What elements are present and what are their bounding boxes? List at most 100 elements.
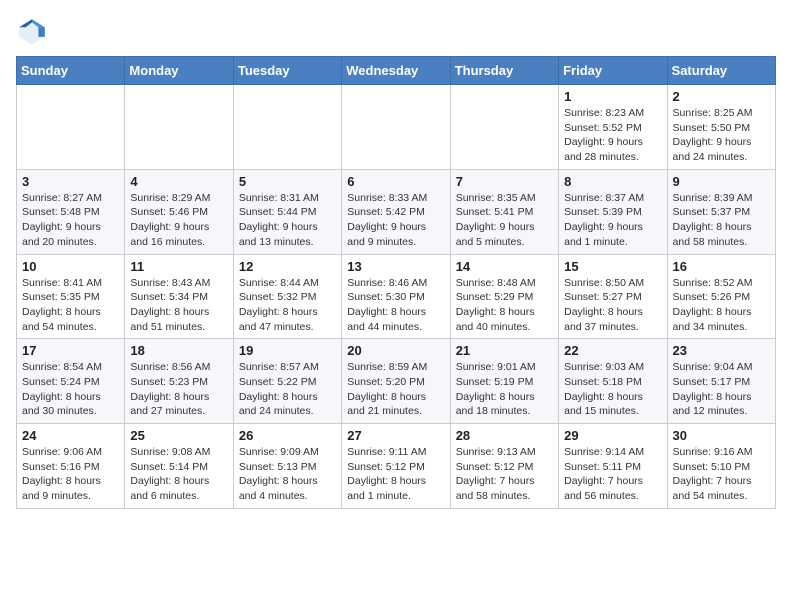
day-number: 28 — [456, 428, 553, 443]
day-info: Sunrise: 9:09 AMSunset: 5:13 PMDaylight:… — [239, 445, 336, 504]
day-info: Sunrise: 8:35 AMSunset: 5:41 PMDaylight:… — [456, 191, 553, 250]
day-number: 11 — [130, 259, 227, 274]
day-number: 16 — [673, 259, 770, 274]
day-number: 10 — [22, 259, 119, 274]
day-number: 29 — [564, 428, 661, 443]
day-number: 26 — [239, 428, 336, 443]
week-row-4: 17Sunrise: 8:54 AMSunset: 5:24 PMDayligh… — [17, 339, 776, 424]
day-number: 6 — [347, 174, 444, 189]
day-header-sunday: Sunday — [17, 57, 125, 85]
day-info: Sunrise: 9:04 AMSunset: 5:17 PMDaylight:… — [673, 360, 770, 419]
day-number: 23 — [673, 343, 770, 358]
day-cell: 20 Sunrise: 8:59 AMSunset: 5:20 PMDayligh… — [342, 339, 450, 424]
day-number: 15 — [564, 259, 661, 274]
day-number: 13 — [347, 259, 444, 274]
day-info: Sunrise: 8:57 AMSunset: 5:22 PMDaylight:… — [239, 360, 336, 419]
day-cell: 1 Sunrise: 8:23 AMSunset: 5:52 PMDaylight… — [559, 85, 667, 170]
page-header — [16, 16, 776, 48]
day-header-thursday: Thursday — [450, 57, 558, 85]
day-cell: 12 Sunrise: 8:44 AMSunset: 5:32 PMDayligh… — [233, 254, 341, 339]
calendar-header: SundayMondayTuesdayWednesdayThursdayFrid… — [17, 57, 776, 85]
calendar-table: SundayMondayTuesdayWednesdayThursdayFrid… — [16, 56, 776, 509]
day-info: Sunrise: 8:59 AMSunset: 5:20 PMDaylight:… — [347, 360, 444, 419]
day-header-monday: Monday — [125, 57, 233, 85]
day-number: 1 — [564, 89, 661, 104]
day-info: Sunrise: 8:46 AMSunset: 5:30 PMDaylight:… — [347, 276, 444, 335]
day-header-saturday: Saturday — [667, 57, 775, 85]
day-number: 25 — [130, 428, 227, 443]
day-number: 9 — [673, 174, 770, 189]
day-cell: 17Sunrise: 8:54 AMSunset: 5:24 PMDayligh… — [17, 339, 125, 424]
day-cell: 27Sunrise: 9:11 AMSunset: 5:12 PMDayligh… — [342, 424, 450, 509]
day-info: Sunrise: 8:31 AMSunset: 5:44 PMDaylight:… — [239, 191, 336, 250]
day-cell: 11 Sunrise: 8:43 AMSunset: 5:34 PMDayligh… — [125, 254, 233, 339]
day-cell: 22 Sunrise: 9:03 AMSunset: 5:18 PMDayligh… — [559, 339, 667, 424]
day-cell: 28 Sunrise: 9:13 AMSunset: 5:12 PMDayligh… — [450, 424, 558, 509]
calendar-body: 1 Sunrise: 8:23 AMSunset: 5:52 PMDaylight… — [17, 85, 776, 509]
day-number: 20 — [347, 343, 444, 358]
day-info: Sunrise: 8:52 AMSunset: 5:26 PMDaylight:… — [673, 276, 770, 335]
day-number: 18 — [130, 343, 227, 358]
day-cell — [342, 85, 450, 170]
day-header-wednesday: Wednesday — [342, 57, 450, 85]
logo-icon — [16, 16, 48, 48]
day-cell: 25 Sunrise: 9:08 AMSunset: 5:14 PMDayligh… — [125, 424, 233, 509]
day-info: Sunrise: 8:50 AMSunset: 5:27 PMDaylight:… — [564, 276, 661, 335]
day-info: Sunrise: 9:13 AMSunset: 5:12 PMDaylight:… — [456, 445, 553, 504]
day-cell: 21 Sunrise: 9:01 AMSunset: 5:19 PMDayligh… — [450, 339, 558, 424]
day-cell: 13 Sunrise: 8:46 AMSunset: 5:30 PMDayligh… — [342, 254, 450, 339]
day-number: 12 — [239, 259, 336, 274]
day-cell: 8 Sunrise: 8:37 AMSunset: 5:39 PMDaylight… — [559, 169, 667, 254]
week-row-3: 10 Sunrise: 8:41 AMSunset: 5:35 PMDayligh… — [17, 254, 776, 339]
day-cell: 16 Sunrise: 8:52 AMSunset: 5:26 PMDayligh… — [667, 254, 775, 339]
day-cell: 29 Sunrise: 9:14 AMSunset: 5:11 PMDayligh… — [559, 424, 667, 509]
day-cell — [233, 85, 341, 170]
day-cell: 15 Sunrise: 8:50 AMSunset: 5:27 PMDayligh… — [559, 254, 667, 339]
day-cell: 10 Sunrise: 8:41 AMSunset: 5:35 PMDayligh… — [17, 254, 125, 339]
day-number: 21 — [456, 343, 553, 358]
day-number: 2 — [673, 89, 770, 104]
day-number: 8 — [564, 174, 661, 189]
day-info: Sunrise: 9:14 AMSunset: 5:11 PMDaylight:… — [564, 445, 661, 504]
day-info: Sunrise: 9:01 AMSunset: 5:19 PMDaylight:… — [456, 360, 553, 419]
day-info: Sunrise: 8:48 AMSunset: 5:29 PMDaylight:… — [456, 276, 553, 335]
day-cell: 23 Sunrise: 9:04 AMSunset: 5:17 PMDayligh… — [667, 339, 775, 424]
day-info: Sunrise: 8:23 AMSunset: 5:52 PMDaylight:… — [564, 106, 661, 165]
day-number: 24 — [22, 428, 119, 443]
day-cell: 3Sunrise: 8:27 AMSunset: 5:48 PMDaylight… — [17, 169, 125, 254]
day-cell: 6Sunrise: 8:33 AMSunset: 5:42 PMDaylight… — [342, 169, 450, 254]
day-number: 5 — [239, 174, 336, 189]
day-cell: 14 Sunrise: 8:48 AMSunset: 5:29 PMDayligh… — [450, 254, 558, 339]
week-row-1: 1 Sunrise: 8:23 AMSunset: 5:52 PMDaylight… — [17, 85, 776, 170]
day-cell: 19Sunrise: 8:57 AMSunset: 5:22 PMDayligh… — [233, 339, 341, 424]
day-info: Sunrise: 9:03 AMSunset: 5:18 PMDaylight:… — [564, 360, 661, 419]
day-cell — [125, 85, 233, 170]
day-info: Sunrise: 8:39 AMSunset: 5:37 PMDaylight:… — [673, 191, 770, 250]
header-row: SundayMondayTuesdayWednesdayThursdayFrid… — [17, 57, 776, 85]
day-number: 22 — [564, 343, 661, 358]
day-info: Sunrise: 8:44 AMSunset: 5:32 PMDaylight:… — [239, 276, 336, 335]
day-info: Sunrise: 8:56 AMSunset: 5:23 PMDaylight:… — [130, 360, 227, 419]
week-row-2: 3Sunrise: 8:27 AMSunset: 5:48 PMDaylight… — [17, 169, 776, 254]
day-info: Sunrise: 9:08 AMSunset: 5:14 PMDaylight:… — [130, 445, 227, 504]
day-cell: 2Sunrise: 8:25 AMSunset: 5:50 PMDaylight… — [667, 85, 775, 170]
day-cell: 5 Sunrise: 8:31 AMSunset: 5:44 PMDaylight… — [233, 169, 341, 254]
day-info: Sunrise: 8:41 AMSunset: 5:35 PMDaylight:… — [22, 276, 119, 335]
day-number: 4 — [130, 174, 227, 189]
day-info: Sunrise: 9:16 AMSunset: 5:10 PMDaylight:… — [673, 445, 770, 504]
day-cell: 24 Sunrise: 9:06 AMSunset: 5:16 PMDayligh… — [17, 424, 125, 509]
day-number: 14 — [456, 259, 553, 274]
day-number: 27 — [347, 428, 444, 443]
day-number: 7 — [456, 174, 553, 189]
day-header-tuesday: Tuesday — [233, 57, 341, 85]
day-cell: 7 Sunrise: 8:35 AMSunset: 5:41 PMDaylight… — [450, 169, 558, 254]
day-info: Sunrise: 8:29 AMSunset: 5:46 PMDaylight:… — [130, 191, 227, 250]
day-info: Sunrise: 8:27 AMSunset: 5:48 PMDaylight:… — [22, 191, 119, 250]
day-cell: 30Sunrise: 9:16 AMSunset: 5:10 PMDayligh… — [667, 424, 775, 509]
day-info: Sunrise: 9:06 AMSunset: 5:16 PMDaylight:… — [22, 445, 119, 504]
logo — [16, 16, 52, 48]
day-cell: 9 Sunrise: 8:39 AMSunset: 5:37 PMDaylight… — [667, 169, 775, 254]
day-cell: 18 Sunrise: 8:56 AMSunset: 5:23 PMDayligh… — [125, 339, 233, 424]
day-info: Sunrise: 8:37 AMSunset: 5:39 PMDaylight:… — [564, 191, 661, 250]
day-info: Sunrise: 8:43 AMSunset: 5:34 PMDaylight:… — [130, 276, 227, 335]
